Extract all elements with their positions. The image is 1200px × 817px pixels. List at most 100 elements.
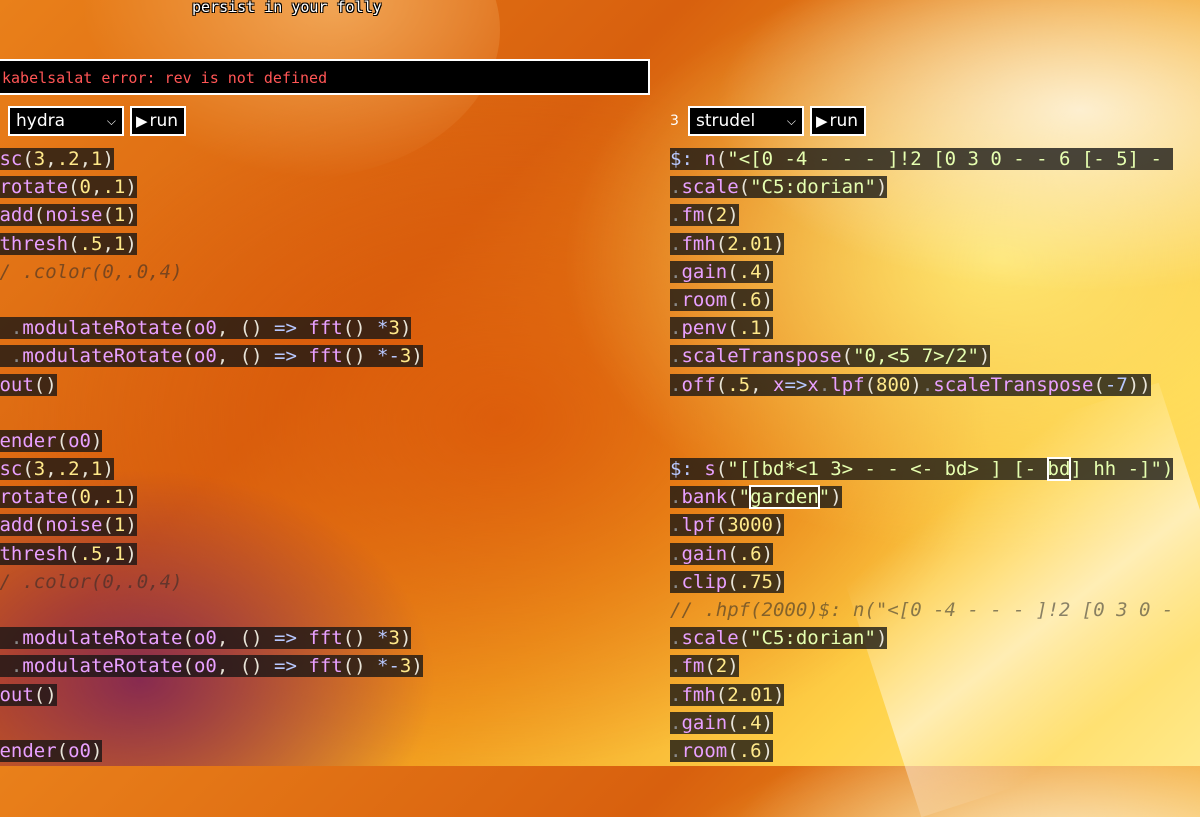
code-token bbox=[296, 345, 309, 368]
code-token: 1 bbox=[113, 542, 126, 565]
error-message: kabelsalat error: rev is not defined bbox=[0, 59, 650, 95]
code-token: => bbox=[784, 373, 808, 396]
code-token: render bbox=[0, 739, 57, 762]
code-token: ( bbox=[864, 373, 877, 396]
code-line[interactable]: .scaleTranspose("0,<5 7>/2") bbox=[670, 342, 1173, 370]
code-line[interactable] bbox=[670, 427, 1173, 455]
code-line[interactable]: .room(.6) bbox=[670, 737, 1173, 765]
code-token: $: bbox=[670, 458, 693, 481]
code-token: => bbox=[274, 317, 297, 340]
code-token: , bbox=[45, 148, 57, 170]
code-token: ] hh -]") bbox=[1070, 458, 1174, 481]
code-line[interactable]: .add(noise(1) bbox=[0, 201, 423, 229]
code-token: ) bbox=[411, 345, 423, 368]
code-line[interactable]: .fm(2) bbox=[670, 652, 1173, 680]
code-token: fm bbox=[681, 204, 705, 227]
code-token: ) bbox=[773, 514, 785, 537]
code-line[interactable]: .modulateRotate(o0, () => fft() *3) bbox=[0, 624, 423, 652]
code-line[interactable]: // .color(0,.0,4) bbox=[0, 568, 423, 596]
code-line[interactable]: .modulateRotate(o0, () => fft() *3) bbox=[0, 314, 423, 342]
code-line[interactable] bbox=[0, 286, 423, 314]
code-line[interactable]: .out() bbox=[0, 371, 423, 399]
code-line[interactable]: .penv(.1) bbox=[670, 314, 1173, 342]
code-token: add bbox=[0, 204, 34, 227]
code-token: 1 bbox=[91, 458, 103, 481]
hydra-code-editor[interactable]: osc(3,.2,1).rotate(0,.1).add(noise(1).th… bbox=[0, 145, 423, 765]
code-line[interactable]: .fmh(2.01) bbox=[670, 681, 1173, 709]
code-token: ) bbox=[773, 683, 785, 706]
code-line[interactable]: .rotate(0,.1) bbox=[0, 173, 423, 201]
code-line[interactable]: .scale("C5:dorian") bbox=[670, 624, 1173, 652]
code-token: // .color(0,.0,4) bbox=[0, 260, 183, 283]
code-line[interactable]: .out() bbox=[0, 681, 423, 709]
code-token: => bbox=[274, 655, 297, 678]
code-token: ) bbox=[102, 458, 114, 481]
code-line[interactable]: .rotate(0,.1) bbox=[0, 483, 423, 511]
code-line[interactable]: .gain(.4) bbox=[670, 258, 1173, 286]
code-token: () bbox=[33, 373, 57, 396]
code-line[interactable]: // .color(0,.0,4) bbox=[0, 258, 423, 286]
code-token: ( bbox=[715, 458, 728, 481]
code-token: o0 bbox=[193, 627, 217, 650]
code-token: s bbox=[704, 458, 716, 481]
code-line[interactable]: .thresh(.5,1) bbox=[0, 540, 423, 568]
code-line[interactable] bbox=[0, 596, 423, 624]
code-line[interactable]: .gain(.6) bbox=[670, 540, 1173, 568]
code-line[interactable]: .off(.5, x=>x.lpf(800).scaleTranspose(-7… bbox=[670, 371, 1173, 399]
code-token bbox=[692, 458, 705, 481]
code-line[interactable]: .thresh(.5,1) bbox=[0, 230, 423, 258]
run-button[interactable]: ▶ run bbox=[810, 106, 867, 136]
code-token: , () bbox=[216, 627, 275, 650]
code-token: ) bbox=[761, 711, 774, 734]
code-line[interactable]: .scale("C5:dorian") bbox=[670, 173, 1173, 201]
code-line[interactable]: .room(.6) bbox=[670, 286, 1173, 314]
code-token: , bbox=[750, 373, 774, 396]
code-token: . bbox=[0, 317, 23, 340]
code-token: () bbox=[342, 655, 378, 678]
code-token: render bbox=[0, 429, 57, 452]
code-line[interactable] bbox=[0, 399, 423, 427]
code-line[interactable]: osc(3,.2,1) bbox=[0, 455, 423, 483]
code-line[interactable]: render(o0) bbox=[0, 737, 423, 765]
code-line[interactable]: .fmh(2.01) bbox=[670, 230, 1173, 258]
code-line[interactable]: render(o0) bbox=[0, 427, 423, 455]
code-token: ( bbox=[56, 739, 69, 762]
code-line[interactable]: .modulateRotate(o0, () => fft() *-3) bbox=[0, 342, 423, 370]
run-button[interactable]: ▶ run bbox=[130, 106, 187, 136]
code-token: . bbox=[670, 627, 682, 650]
code-line[interactable] bbox=[0, 709, 423, 737]
code-token: modulateRotate bbox=[22, 627, 183, 650]
code-line[interactable]: .bank("garden") bbox=[670, 483, 1173, 511]
language-select-strudel[interactable]: strudel ⌵ bbox=[688, 106, 804, 136]
code-line[interactable]: .modulateRotate(o0, () => fft() *-3) bbox=[0, 652, 423, 680]
code-token: ( bbox=[102, 514, 114, 537]
code-token: ( bbox=[738, 176, 751, 199]
code-token: ) bbox=[125, 232, 137, 255]
code-line[interactable] bbox=[670, 399, 1173, 427]
code-line[interactable]: $: n("<[0 -4 - - - ]!2 [0 3 0 - - 6 [- 5… bbox=[670, 145, 1174, 173]
code-token: () bbox=[342, 345, 378, 368]
strudel-code-editor[interactable]: $: n("<[0 -4 - - - ]!2 [0 3 0 - - 6 [- 5… bbox=[670, 145, 1174, 765]
language-select-hydra[interactable]: hydra ⌵ bbox=[8, 106, 124, 136]
code-token: . bbox=[670, 232, 682, 255]
code-line[interactable]: .gain(.4) bbox=[670, 709, 1173, 737]
code-token: o0 bbox=[68, 429, 91, 452]
code-line[interactable]: .fm(2) bbox=[670, 201, 1173, 229]
code-line[interactable]: .lpf(3000) bbox=[670, 511, 1173, 539]
code-token: osc bbox=[0, 148, 23, 170]
code-line[interactable]: .add(noise(1) bbox=[0, 511, 423, 539]
code-token: .4 bbox=[738, 260, 762, 283]
code-line[interactable]: $: s("[[bd*<1 3> - - <- bd> ] [- bd] hh … bbox=[670, 455, 1174, 483]
code-token: osc bbox=[0, 458, 23, 481]
code-line[interactable]: .clip(.75) bbox=[670, 568, 1173, 596]
code-token: ) bbox=[875, 627, 888, 650]
code-token: ( bbox=[727, 739, 739, 762]
right-toolbar: 3 strudel ⌵ ▶ run bbox=[670, 106, 867, 136]
code-line[interactable]: osc(3,.2,1) bbox=[0, 145, 423, 173]
code-token: ( bbox=[841, 345, 854, 368]
code-token: . bbox=[670, 683, 682, 706]
code-token: modulateRotate bbox=[22, 655, 183, 678]
code-line[interactable]: // .hpf(2000)$: n("<[0 -4 - - - ]!2 [0 3… bbox=[670, 596, 1173, 624]
select-value: hydra bbox=[16, 111, 66, 131]
code-token: "C5:dorian" bbox=[750, 176, 876, 199]
